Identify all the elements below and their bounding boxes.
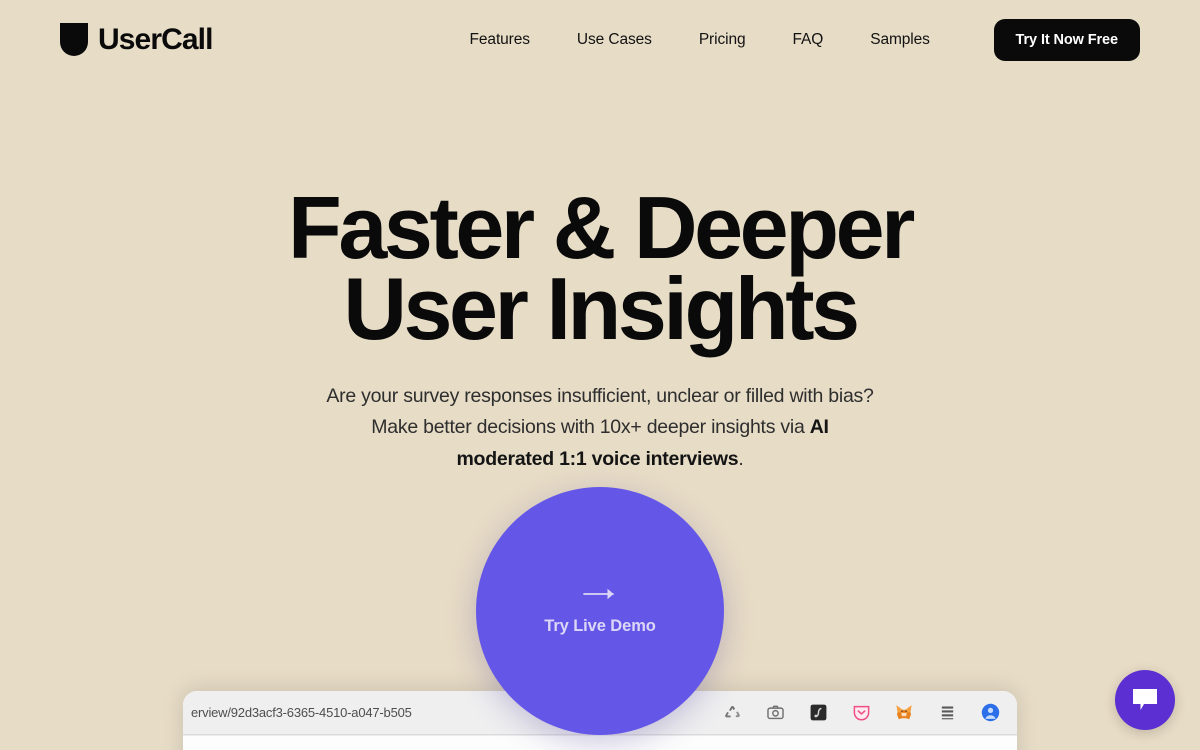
hero-section: Faster & Deeper User Insights Are your s… <box>0 80 1200 475</box>
browser-viewport <box>183 735 1017 750</box>
camera-extension-icon[interactable] <box>764 702 786 724</box>
metamask-fox-extension-icon[interactable] <box>893 702 915 724</box>
profile-avatar-icon[interactable] <box>979 702 1001 724</box>
shield-logo-icon <box>60 23 88 57</box>
site-header: UserCall Features Use Cases Pricing FAQ … <box>0 0 1200 80</box>
chat-bubble-icon <box>1130 687 1160 713</box>
brand-name: UserCall <box>98 23 213 56</box>
nav-item-use-cases[interactable]: Use Cases <box>577 31 652 49</box>
nav-item-features[interactable]: Features <box>470 31 530 49</box>
primary-nav: Features Use Cases Pricing FAQ Samples <box>470 31 930 49</box>
brand-logo[interactable]: UserCall <box>60 23 213 57</box>
browser-extension-icons <box>721 702 1003 724</box>
hero-headline: Faster & Deeper User Insights <box>0 178 1200 358</box>
recycle-extension-icon[interactable] <box>721 702 743 724</box>
try-live-demo-button[interactable]: Try Live Demo <box>476 487 724 735</box>
try-it-now-free-button[interactable]: Try It Now Free <box>993 19 1140 61</box>
subheading-text-lead: Are your survey responses insufficient, … <box>326 384 874 439</box>
headline-line-1: Faster & Deeper <box>288 178 915 277</box>
headline-line-2: User Insights <box>343 258 860 358</box>
nav-item-samples[interactable]: Samples <box>870 31 930 49</box>
hero-subheading: Are your survey responses insufficient, … <box>320 381 880 476</box>
try-live-demo-label: Try Live Demo <box>544 616 656 635</box>
pocket-extension-icon[interactable] <box>850 702 872 724</box>
browser-url-text[interactable]: erview/92d3acf3-6365-4510-a047-b505 <box>191 705 412 720</box>
chat-widget-button[interactable] <box>1115 670 1175 730</box>
nav-item-pricing[interactable]: Pricing <box>699 31 746 49</box>
app-extension-icon[interactable] <box>807 702 829 724</box>
list-extension-icon[interactable] <box>936 702 958 724</box>
arrow-right-icon <box>583 587 617 601</box>
subheading-text-tail: . <box>738 447 744 470</box>
nav-item-faq[interactable]: FAQ <box>793 31 824 49</box>
